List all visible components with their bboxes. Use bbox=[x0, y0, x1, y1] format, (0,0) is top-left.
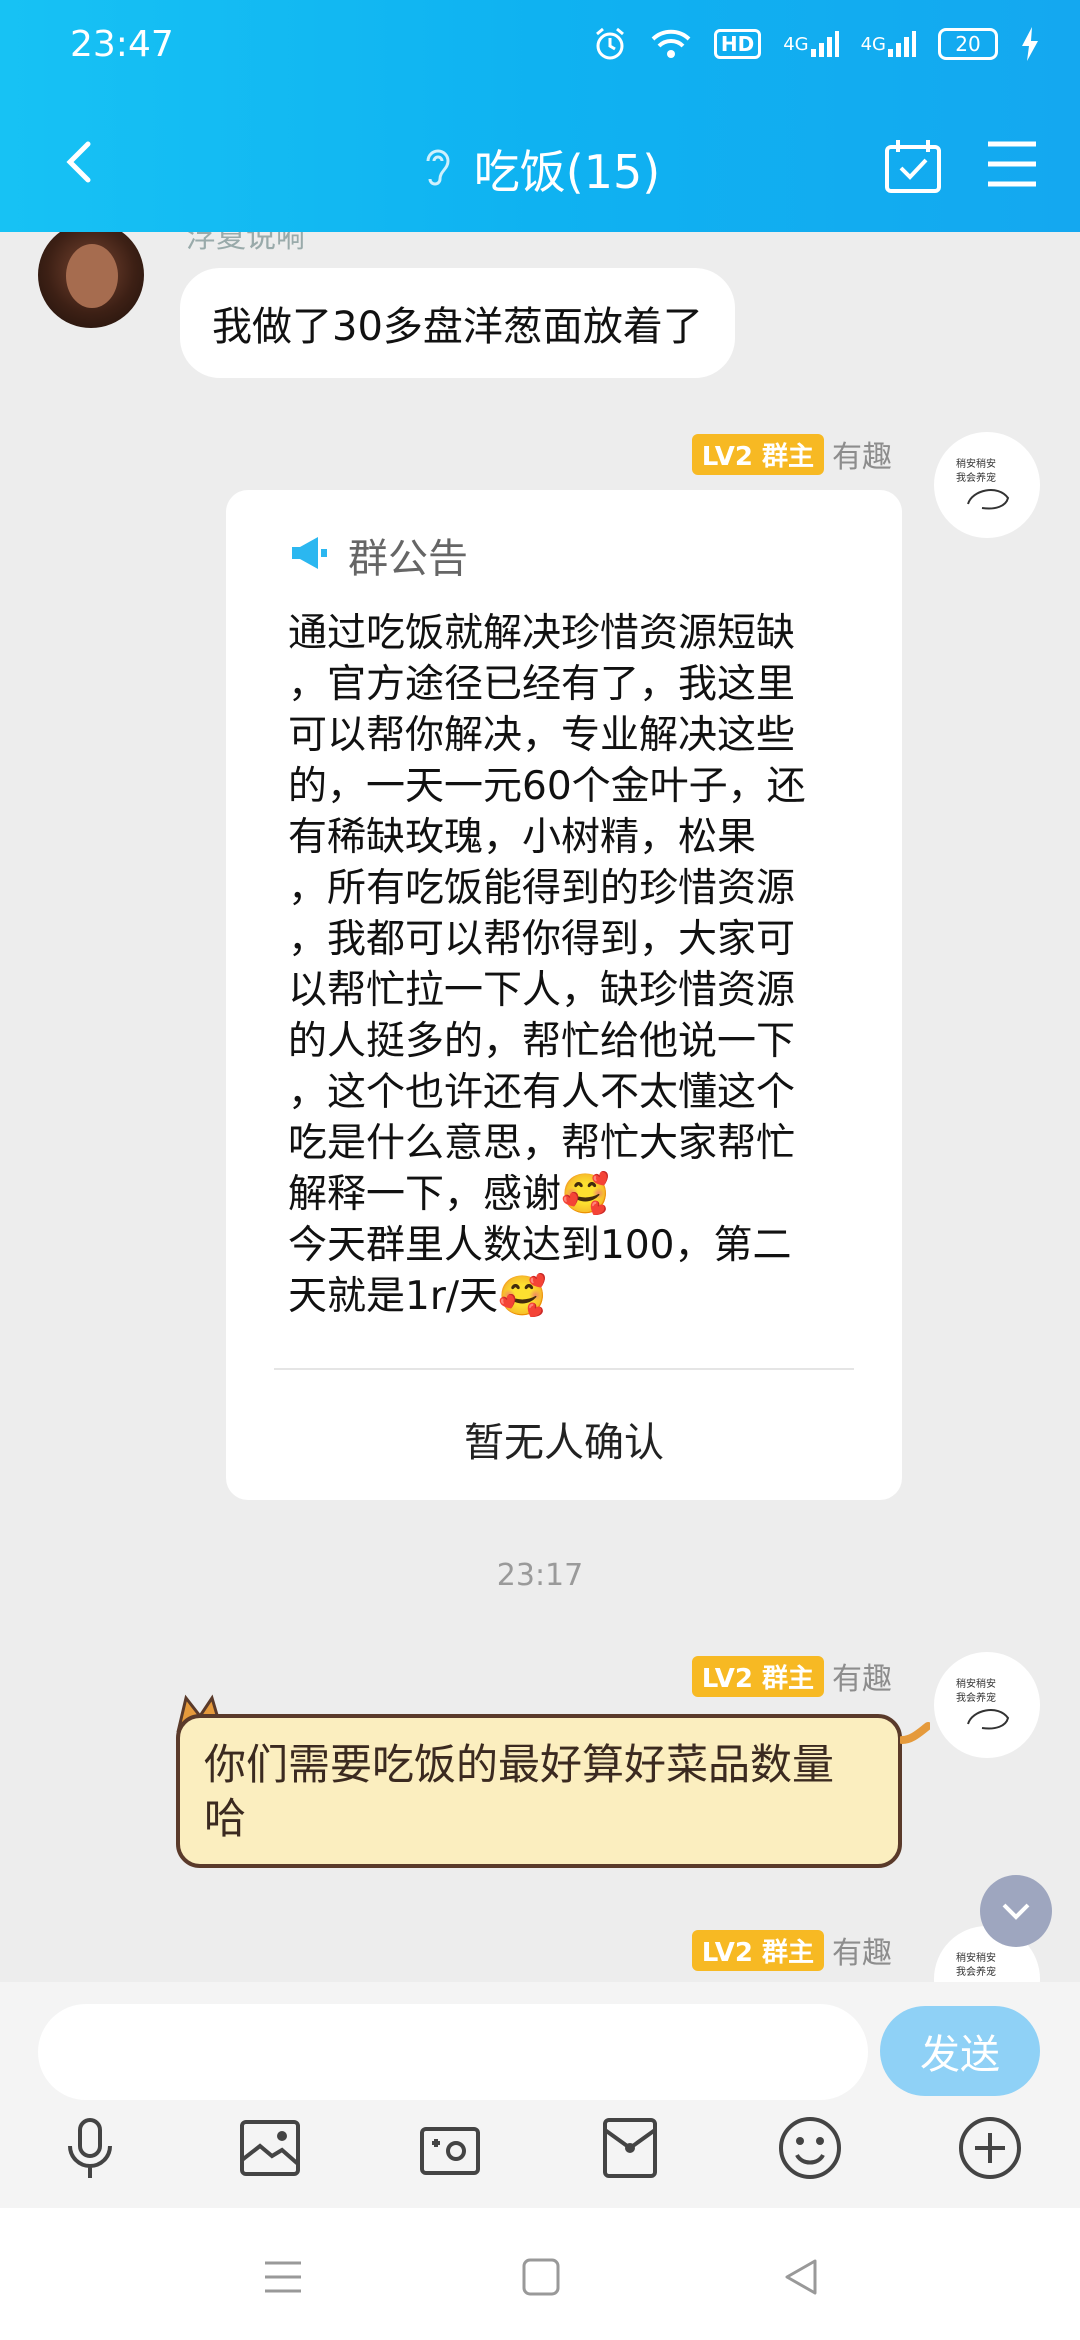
hd-icon: HD bbox=[713, 29, 762, 59]
announcement-label: 群公告 bbox=[348, 536, 468, 582]
chat-title[interactable]: 吃饭(15) bbox=[474, 136, 660, 202]
group-checkin-icon[interactable] bbox=[884, 138, 942, 198]
sender-name: 有趣 bbox=[832, 1936, 892, 1971]
level-badge: LV2 群主 bbox=[691, 1655, 824, 1697]
confirm-status[interactable]: 暂无人确认 bbox=[226, 1410, 902, 1468]
level-badge: LV2 群主 bbox=[691, 433, 824, 475]
recent-apps-icon[interactable] bbox=[258, 2252, 308, 2302]
alarm-icon bbox=[592, 26, 628, 62]
nav-bar: 吃饭(15) bbox=[0, 110, 1080, 220]
signal-4g-icon-2: 4G bbox=[861, 29, 916, 59]
input-bar: 发送 bbox=[0, 1982, 1080, 2208]
megaphone-icon bbox=[288, 535, 328, 575]
charging-icon bbox=[1020, 27, 1040, 61]
chat-area[interactable]: 浮夏说嗬 我做了30多盘洋葱面放着了 LV2 群主 有趣 稍安稍安 我会养宠 群… bbox=[0, 232, 1080, 1982]
network-label-2: 4G bbox=[860, 33, 886, 55]
timestamp: 23:17 bbox=[496, 1558, 584, 1593]
home-icon[interactable] bbox=[516, 2252, 566, 2302]
cat-tail-decoration bbox=[900, 1722, 930, 1744]
emoji-icon[interactable] bbox=[774, 2112, 846, 2184]
image-icon[interactable] bbox=[234, 2112, 306, 2184]
message-meta: LV2 群主 有趣 bbox=[691, 432, 892, 476]
menu-icon[interactable] bbox=[984, 138, 1040, 198]
message-meta: LV2 群主 有趣 bbox=[691, 1928, 892, 1972]
message-bubble[interactable]: 我做了30多盘洋葱面放着了 bbox=[180, 268, 735, 378]
message-bubble[interactable]: 你们需要吃饭的最好算好菜品数量哈 bbox=[176, 1714, 902, 1868]
sender-name: 有趣 bbox=[832, 1662, 892, 1697]
status-icons: HD 4G 4G 20 bbox=[592, 26, 1040, 62]
avatar[interactable]: 稍安稍安 我会养宠 bbox=[934, 432, 1040, 538]
system-nav-bar bbox=[0, 2208, 1080, 2340]
sender-name: 有趣 bbox=[832, 440, 892, 475]
group-announcement-card[interactable]: 群公告 通过吃饭就解决珍惜资源短缺 ，官方途径已经有了，我这里 可以帮你解决，专… bbox=[226, 490, 902, 1500]
announcement-header: 群公告 bbox=[288, 526, 468, 584]
avatar[interactable] bbox=[38, 232, 144, 328]
message-input[interactable] bbox=[38, 2004, 868, 2100]
status-time: 23:47 bbox=[70, 24, 174, 65]
app-header: 23:47 HD 4G 4G 20 吃饭(15) bbox=[0, 0, 1080, 232]
sender-name: 浮夏说嗬 bbox=[186, 232, 306, 255]
status-bar: 23:47 HD 4G 4G 20 bbox=[0, 0, 1080, 96]
nav-actions bbox=[884, 138, 1040, 198]
wifi-icon bbox=[650, 27, 692, 61]
listen-mode-icon bbox=[420, 145, 456, 193]
microphone-icon[interactable] bbox=[54, 2112, 126, 2184]
plus-icon[interactable] bbox=[954, 2112, 1026, 2184]
red-packet-icon[interactable] bbox=[594, 2112, 666, 2184]
scroll-to-bottom-button[interactable] bbox=[980, 1875, 1052, 1947]
message-meta: LV2 群主 有趣 bbox=[691, 1654, 892, 1698]
network-label-1: 4G bbox=[783, 33, 809, 55]
avatar[interactable]: 稍安稍安 我会养宠 bbox=[934, 1652, 1040, 1758]
avatar-caption: 稍安稍安 我会养宠 bbox=[956, 1953, 996, 1978]
level-badge: LV2 群主 bbox=[691, 1929, 824, 1971]
send-button[interactable]: 发送 bbox=[880, 2006, 1040, 2096]
announcement-body: 通过吃饭就解决珍惜资源短缺 ，官方途径已经有了，我这里 可以帮你解决，专业解决这… bbox=[288, 611, 806, 1319]
signal-4g-icon-1: 4G bbox=[783, 29, 839, 59]
camera-icon[interactable] bbox=[414, 2112, 486, 2184]
battery-icon: 20 bbox=[938, 28, 998, 60]
toolbar bbox=[0, 2112, 1080, 2202]
divider bbox=[274, 1368, 854, 1370]
back-nav-icon[interactable] bbox=[776, 2252, 826, 2302]
